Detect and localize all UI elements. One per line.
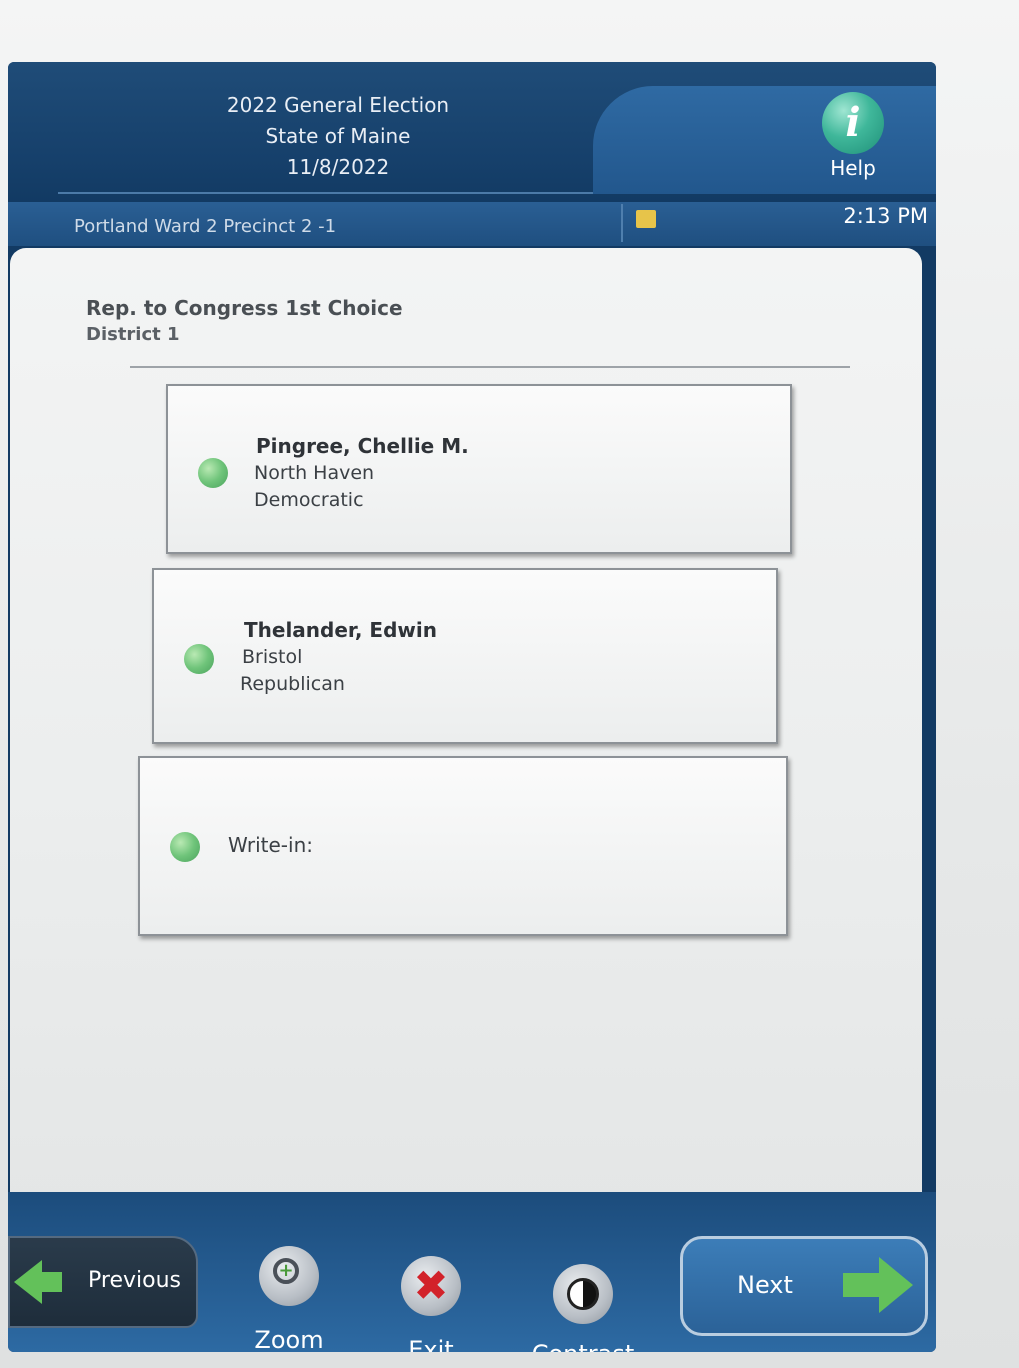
precinct-label: Portland Ward 2 Precinct 2 -1 xyxy=(74,216,337,237)
magnifier-icon: + xyxy=(273,1258,299,1284)
candidate-party: Republican xyxy=(240,673,345,695)
note-icon xyxy=(636,210,656,228)
contest-district: District 1 xyxy=(86,324,180,345)
write-in-label: Write-in: xyxy=(228,833,313,857)
election-title: 2022 General Election State of Maine 11/… xyxy=(58,90,618,194)
contest-title: Rep. to Congress 1st Choice xyxy=(86,296,403,320)
selection-bubble-icon xyxy=(170,832,200,862)
selection-bubble-icon xyxy=(198,458,228,488)
help-button[interactable]: i Help xyxy=(793,92,913,188)
exit-icon: ✖ xyxy=(401,1256,461,1316)
ballot-content: Rep. to Congress 1st Choice District 1 P… xyxy=(10,248,922,1216)
selection-bubble-icon xyxy=(184,644,214,674)
candidate-option-thelander[interactable]: Thelander, Edwin Bristol Republican xyxy=(152,568,778,744)
next-label: Next xyxy=(737,1271,793,1299)
election-name: 2022 General Election xyxy=(226,93,450,117)
close-icon: ✖ xyxy=(413,1261,449,1310)
previous-label: Previous xyxy=(88,1268,181,1293)
election-date: 11/8/2022 xyxy=(286,155,390,179)
candidate-party: Democratic xyxy=(254,489,364,511)
half-circle-icon xyxy=(567,1278,599,1310)
election-state: State of Maine xyxy=(265,124,411,148)
zoom-label: Zoom xyxy=(254,1326,324,1352)
exit-label: Exit xyxy=(408,1336,454,1352)
candidate-name: Thelander, Edwin xyxy=(244,618,437,642)
heading-divider xyxy=(130,366,850,368)
contrast-label: Contrast xyxy=(528,1340,638,1352)
contrast-button[interactable]: Contrast xyxy=(528,1264,638,1352)
back-arrow-icon xyxy=(14,1260,42,1304)
next-button[interactable]: Next xyxy=(680,1236,928,1336)
status-bar: Portland Ward 2 Precinct 2 -1 2:13 PM xyxy=(8,202,936,246)
contrast-icon xyxy=(553,1264,613,1324)
forward-arrow-icon-stem xyxy=(843,1273,881,1297)
candidate-option-pingree[interactable]: Pingree, Chellie M. North Haven Democrat… xyxy=(166,384,792,554)
zoom-button[interactable]: + Zoom xyxy=(234,1246,344,1352)
candidate-town: North Haven xyxy=(254,462,375,484)
zoom-icon: + xyxy=(259,1246,319,1306)
candidate-name: Pingree, Chellie M. xyxy=(256,434,469,458)
navigation-bar: Previous + Zoom ✖ Exit Contrast Next xyxy=(8,1192,936,1352)
status-divider xyxy=(621,204,623,242)
header: 2022 General Election State of Maine 11/… xyxy=(8,62,936,202)
forward-arrow-icon xyxy=(879,1257,913,1313)
back-arrow-icon-stem xyxy=(40,1272,62,1292)
info-icon: i xyxy=(822,92,884,154)
voting-screen: 2022 General Election State of Maine 11/… xyxy=(8,62,936,1352)
exit-button[interactable]: ✖ Exit xyxy=(376,1256,486,1352)
contest-heading: Rep. to Congress 1st Choice District 1 xyxy=(86,294,403,348)
write-in-option[interactable]: Write-in: xyxy=(138,756,788,936)
candidate-town: Bristol xyxy=(242,646,303,668)
help-label: Help xyxy=(830,156,876,180)
help-panel: i Help xyxy=(593,86,936,194)
previous-button[interactable]: Previous xyxy=(8,1236,198,1328)
clock: 2:13 PM xyxy=(843,204,928,228)
